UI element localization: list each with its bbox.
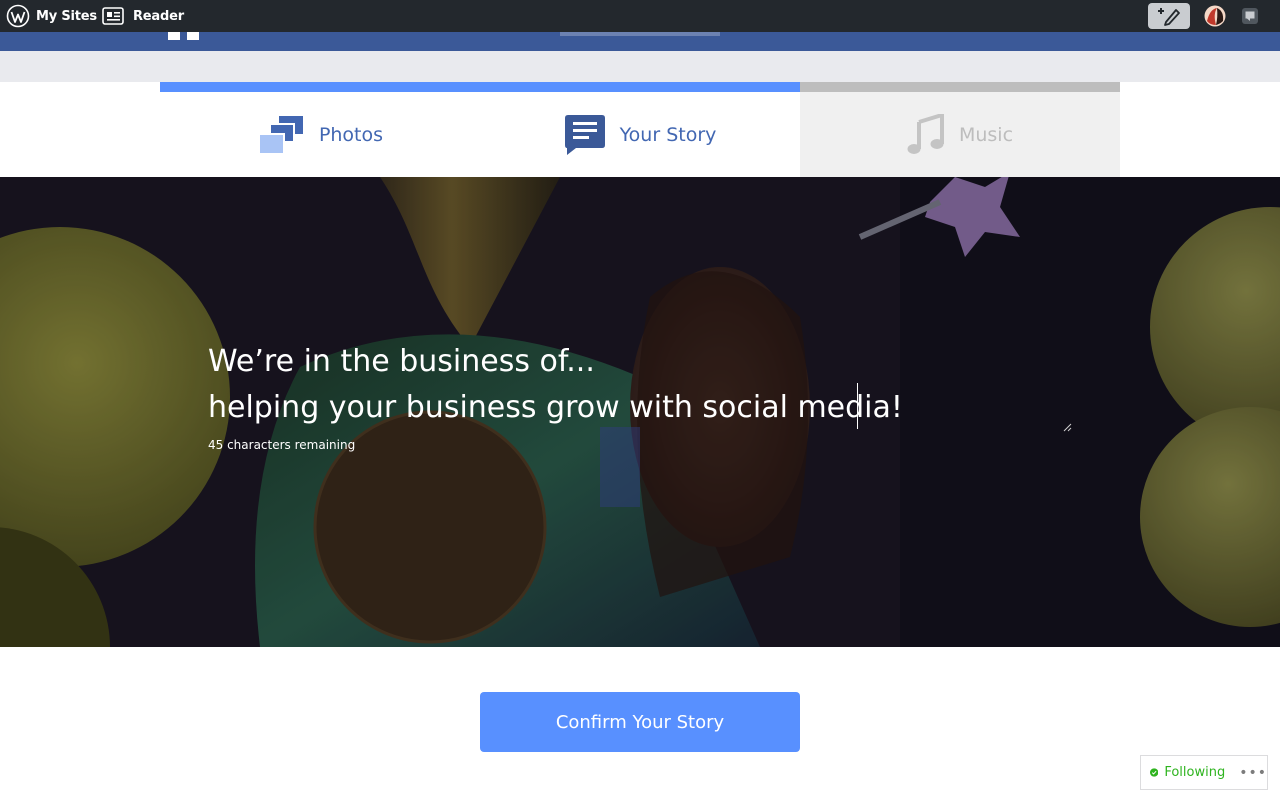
resize-handle-icon[interactable] [1062, 422, 1072, 432]
reader-icon[interactable] [102, 0, 124, 32]
confirm-your-story-button[interactable]: Confirm Your Story [480, 692, 800, 752]
checkmark-icon [1150, 768, 1159, 777]
header-logo [168, 32, 200, 40]
speech-bubble-icon [564, 114, 605, 155]
write-post-icon [1158, 8, 1180, 26]
characters-remaining: 45 characters remaining [208, 438, 356, 452]
notifications-icon[interactable] [1240, 6, 1260, 26]
step-photos[interactable]: Photos [160, 92, 480, 177]
step-your-story-label: Your Story [619, 123, 717, 146]
my-sites-label: My Sites [36, 8, 97, 24]
my-sites-link[interactable]: My Sites [36, 0, 97, 32]
photos-icon [257, 115, 303, 155]
header-title-fragment [560, 32, 720, 36]
progress-fill [160, 82, 800, 92]
write-post-button[interactable] [1148, 3, 1190, 29]
step-photos-label: Photos [318, 123, 384, 146]
user-avatar[interactable] [1204, 5, 1226, 27]
more-options-button[interactable]: ••• [1239, 765, 1267, 781]
reader-link[interactable]: Reader [133, 0, 184, 32]
header-spacer [0, 51, 1280, 82]
step-your-story[interactable]: Your Story [480, 92, 800, 177]
music-note-icon [907, 113, 944, 154]
following-widget[interactable]: Following ••• [1140, 755, 1268, 790]
story-text-input[interactable]: We’re in the business of... helping your… [208, 339, 1072, 433]
step-music[interactable]: Music [800, 92, 1120, 177]
wordpress-logo-icon[interactable] [6, 0, 30, 32]
step-music-label: Music [958, 123, 1014, 146]
admin-bar: My Sites Reader [0, 0, 1280, 32]
text-caret [857, 383, 858, 429]
reader-label: Reader [133, 8, 184, 24]
following-label: Following [1164, 765, 1226, 780]
